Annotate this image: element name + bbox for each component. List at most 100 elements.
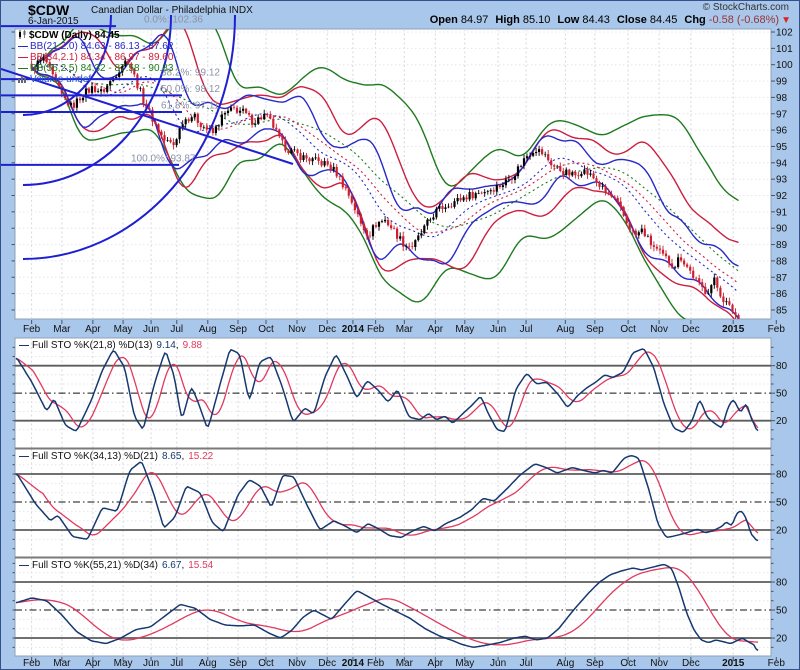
svg-text:Jul: Jul xyxy=(170,658,183,669)
svg-text:2014: 2014 xyxy=(342,658,365,669)
svg-text:Sep: Sep xyxy=(229,324,247,335)
svg-text:50: 50 xyxy=(776,389,788,400)
svg-text:80: 80 xyxy=(776,470,788,481)
open-label: Open xyxy=(430,14,458,26)
value-separator: , xyxy=(181,451,184,462)
svg-text:Oct: Oct xyxy=(620,658,636,669)
svg-text:Mar: Mar xyxy=(396,324,414,335)
svg-text:61.8%: 97.11: 61.8%: 97.11 xyxy=(161,101,220,112)
legend-bb34-row: —BB(34,2.1) 84.34 - 86.97 - 89.60 xyxy=(18,52,173,63)
svg-text:Apr: Apr xyxy=(85,324,101,335)
svg-text:Oct: Oct xyxy=(258,658,274,669)
low-value: 84.43 xyxy=(582,14,610,26)
svg-text:Aug: Aug xyxy=(556,324,574,335)
bb21-label: BB(21,2.0) 84.63 - 86.13 - 87.62 xyxy=(30,41,173,52)
svg-text:Dec: Dec xyxy=(682,658,700,669)
svg-text:Sep: Sep xyxy=(229,658,247,669)
volume-bars-icon xyxy=(18,75,28,83)
close-value: 84.45 xyxy=(650,14,678,26)
svg-text:2014: 2014 xyxy=(342,324,365,335)
chg-label: Chg xyxy=(684,14,705,26)
svg-text:95: 95 xyxy=(776,142,788,153)
svg-text:80: 80 xyxy=(776,578,788,589)
svg-text:Mar: Mar xyxy=(53,324,71,335)
svg-text:85: 85 xyxy=(776,305,788,316)
stockcharts-page: 0.0%: 102.3638.2%: 99.1250.0%: 98.1261.8… xyxy=(0,0,800,670)
quote-date: 6-Jan-2015 xyxy=(28,16,79,27)
bb34-line-icon: — xyxy=(18,52,28,63)
bb21-line-icon: — xyxy=(18,41,28,52)
copyright: © StockCharts.com xyxy=(703,2,789,13)
sto3-k-value: 6.67 xyxy=(162,560,181,571)
svg-text:96: 96 xyxy=(776,126,788,137)
svg-text:Sep: Sep xyxy=(586,324,604,335)
ticker-description: Canadian Dollar - Philadelphia INDX xyxy=(91,5,253,16)
chg-value: -0.58 (-0.68%) xyxy=(709,14,779,26)
legend-bb21-row: —BB(21,2.0) 84.63 - 86.13 - 87.62 xyxy=(18,41,173,52)
svg-text:101: 101 xyxy=(776,44,793,55)
svg-text:Nov: Nov xyxy=(650,658,668,669)
svg-text:100.0%: 93.87: 100.0%: 93.87 xyxy=(131,153,196,164)
sto3-title: Full STO %K(55,21) %D(34) xyxy=(32,560,158,571)
svg-text:May: May xyxy=(455,324,474,335)
legend-title-row: $CDW (Daily) 84.45 xyxy=(18,30,173,41)
svg-text:Jun: Jun xyxy=(490,658,506,669)
value-separator: , xyxy=(176,340,179,351)
sto-panel1-legend: —Full STO %K(21,8) %D(13)9.14,9.88 xyxy=(19,340,202,351)
legend-volume-row: Volume undef xyxy=(18,74,173,85)
ohlc-quote-bar: Open84.97High85.10Low84.43Close84.45Chg-… xyxy=(423,14,791,26)
sto1-line-icon: — xyxy=(19,340,29,351)
svg-text:50: 50 xyxy=(776,498,788,509)
svg-text:Jun: Jun xyxy=(490,324,506,335)
svg-text:Feb: Feb xyxy=(23,658,41,669)
high-label: High xyxy=(495,14,519,26)
svg-text:91: 91 xyxy=(776,207,788,218)
svg-text:20: 20 xyxy=(776,416,788,427)
svg-text:Jun: Jun xyxy=(143,658,159,669)
svg-text:94: 94 xyxy=(776,158,788,169)
sto1-d-value: 9.88 xyxy=(183,340,202,351)
svg-text:98: 98 xyxy=(776,93,788,104)
volume-label: Volume undef xyxy=(30,74,91,85)
bb34-label: BB(34,2.1) 84.34 - 86.97 - 89.60 xyxy=(30,52,173,63)
svg-text:Jul: Jul xyxy=(520,324,533,335)
svg-text:2015: 2015 xyxy=(722,658,745,669)
svg-text:May: May xyxy=(114,658,133,669)
svg-text:Nov: Nov xyxy=(288,658,306,669)
svg-text:May: May xyxy=(455,658,474,669)
candlestick-icon xyxy=(18,30,27,39)
svg-text:Oct: Oct xyxy=(620,324,636,335)
svg-text:89: 89 xyxy=(776,240,788,251)
svg-text:50: 50 xyxy=(776,606,788,617)
sto3-d-value: 15.54 xyxy=(188,560,213,571)
svg-text:88: 88 xyxy=(776,256,788,267)
sto3-line-icon: — xyxy=(19,560,29,571)
open-value: 84.97 xyxy=(461,14,489,26)
sto1-k-value: 9.14 xyxy=(156,340,175,351)
legend-title: $CDW (Daily) 84.45 xyxy=(29,30,120,41)
value-separator: , xyxy=(181,560,184,571)
svg-text:0.0%: 102.36: 0.0%: 102.36 xyxy=(144,15,203,26)
svg-text:99: 99 xyxy=(776,77,788,88)
svg-text:Feb: Feb xyxy=(768,324,786,335)
low-label: Low xyxy=(557,14,579,26)
svg-text:Nov: Nov xyxy=(650,324,668,335)
svg-text:Jul: Jul xyxy=(170,324,183,335)
svg-text:86: 86 xyxy=(776,289,788,300)
svg-text:Feb: Feb xyxy=(23,324,41,335)
svg-text:Apr: Apr xyxy=(85,658,101,669)
svg-text:Dec: Dec xyxy=(318,324,336,335)
svg-text:93: 93 xyxy=(776,175,788,186)
sto2-k-value: 8.65 xyxy=(162,451,181,462)
sto2-title: Full STO %K(34,13) %D(21) xyxy=(32,451,158,462)
sto-panel3-legend: —Full STO %K(55,21) %D(34) 6.67, 15.54 xyxy=(19,560,213,571)
svg-text:90: 90 xyxy=(776,224,788,235)
sto2-line-icon: — xyxy=(19,451,29,462)
down-triangle-icon: ▼ xyxy=(781,15,791,26)
svg-text:Dec: Dec xyxy=(682,324,700,335)
svg-text:Apr: Apr xyxy=(428,658,444,669)
bb55-label: BB(55,2.5) 84.32 - 87.58 - 90.83 xyxy=(30,63,173,74)
svg-text:87: 87 xyxy=(776,273,788,284)
main-chart-legend: $CDW (Daily) 84.45 —BB(21,2.0) 84.63 - 8… xyxy=(18,30,173,85)
svg-text:Jun: Jun xyxy=(143,324,159,335)
